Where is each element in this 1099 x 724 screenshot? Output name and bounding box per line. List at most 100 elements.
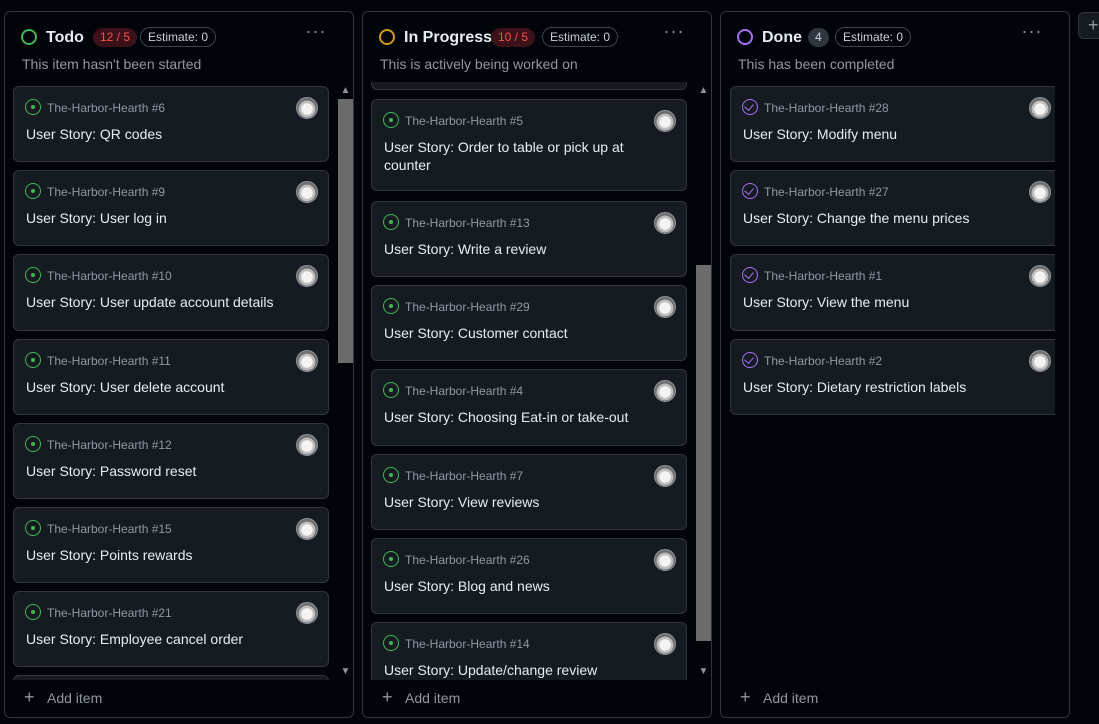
- card-repo[interactable]: The-Harbor-Hearth #11: [47, 354, 171, 368]
- card[interactable]: The-Harbor-Hearth #4 User Story: Choosin…: [371, 369, 687, 446]
- avatar[interactable]: [1029, 97, 1051, 119]
- card-title[interactable]: User Story: Blog and news: [384, 577, 634, 595]
- card[interactable]: The-Harbor-Hearth #11 User Story: User d…: [13, 339, 329, 415]
- avatar[interactable]: [654, 549, 676, 571]
- issue-opened-icon: [383, 467, 399, 483]
- card[interactable]: The-Harbor-Hearth #26 User Story: Blog a…: [371, 538, 687, 614]
- card-repo[interactable]: The-Harbor-Hearth #12: [47, 438, 172, 452]
- card-repo[interactable]: The-Harbor-Hearth #2: [764, 354, 882, 368]
- avatar[interactable]: [296, 265, 318, 287]
- avatar[interactable]: [654, 633, 676, 655]
- avatar[interactable]: [1029, 350, 1051, 372]
- card[interactable]: The-Harbor-Hearth #14 User Story: Update…: [371, 622, 687, 680]
- card-title[interactable]: User Story: User log in: [26, 209, 276, 227]
- card-repo[interactable]: The-Harbor-Hearth #21: [47, 606, 172, 620]
- card-title[interactable]: User Story: Dietary restriction labels: [743, 378, 993, 396]
- avatar[interactable]: [654, 212, 676, 234]
- more-options-icon[interactable]: ···: [305, 22, 327, 44]
- card[interactable]: The-Harbor-Hearth #13 User Story: Write …: [371, 201, 687, 277]
- avatar[interactable]: [654, 380, 676, 402]
- column-todo: Todo 12 / 5 Estimate: 0 ··· This item ha…: [4, 11, 354, 718]
- card[interactable]: The-Harbor-Hearth #29 User Story: Custom…: [371, 285, 687, 361]
- card[interactable]: The-Harbor-Hearth #9 User Story: User lo…: [13, 170, 329, 246]
- scroll-down-icon[interactable]: ▼: [695, 663, 711, 680]
- card[interactable]: The-Harbor-Hearth #1 User Story: View th…: [730, 254, 1055, 331]
- scrollbar[interactable]: ▲ ▼: [695, 82, 711, 680]
- card-title[interactable]: User Story: View the menu: [743, 293, 993, 311]
- card-repo[interactable]: The-Harbor-Hearth #9: [47, 185, 165, 199]
- avatar[interactable]: [654, 465, 676, 487]
- scrollbar-thumb[interactable]: [338, 99, 353, 363]
- card[interactable]: [371, 82, 687, 90]
- avatar[interactable]: [296, 434, 318, 456]
- card-repo[interactable]: The-Harbor-Hearth #4: [405, 384, 523, 398]
- card-title[interactable]: User Story: Password reset: [26, 462, 276, 480]
- avatar[interactable]: [654, 296, 676, 318]
- column-title: Todo: [46, 29, 84, 46]
- card-title[interactable]: User Story: User update account details: [26, 293, 276, 311]
- avatar[interactable]: [296, 518, 318, 540]
- status-circle-icon: [737, 29, 753, 45]
- add-item-button[interactable]: + Add item: [721, 679, 1069, 717]
- card[interactable]: The-Harbor-Hearth #12 User Story: Passwo…: [13, 423, 329, 499]
- card-title[interactable]: User Story: QR codes: [26, 125, 276, 143]
- avatar[interactable]: [296, 602, 318, 624]
- avatar[interactable]: [1029, 181, 1051, 203]
- avatar[interactable]: [296, 181, 318, 203]
- avatar[interactable]: [296, 350, 318, 372]
- card-title[interactable]: User Story: Customer contact: [384, 324, 634, 342]
- card[interactable]: The-Harbor-Hearth #28 User Story: Modify…: [730, 86, 1055, 162]
- item-count-badge: 4: [808, 28, 829, 47]
- card-repo[interactable]: The-Harbor-Hearth #14: [405, 637, 530, 651]
- card[interactable]: The-Harbor-Hearth #15 User Story: Points…: [13, 507, 329, 583]
- add-item-label: Add item: [47, 690, 103, 706]
- avatar[interactable]: [1029, 265, 1051, 287]
- card[interactable]: The-Harbor-Hearth #5 User Story: Order t…: [371, 99, 687, 191]
- card[interactable]: The-Harbor-Hearth #7 User Story: View re…: [371, 454, 687, 530]
- card-repo[interactable]: The-Harbor-Hearth #5: [405, 114, 523, 128]
- card[interactable]: The-Harbor-Hearth #10 User Story: User u…: [13, 254, 329, 331]
- add-item-button[interactable]: + Add item: [363, 679, 711, 717]
- add-column-button[interactable]: +: [1078, 12, 1099, 39]
- issue-closed-icon: [742, 352, 758, 368]
- card-title[interactable]: User Story: Choosing Eat-in or take-out: [384, 408, 634, 426]
- card-repo[interactable]: The-Harbor-Hearth #27: [764, 185, 889, 199]
- card-title[interactable]: User Story: View reviews: [384, 493, 634, 511]
- avatar[interactable]: [296, 97, 318, 119]
- card-title[interactable]: User Story: User delete account: [26, 378, 276, 396]
- card[interactable]: The-Harbor-Hearth #2 User Story: Dietary…: [730, 339, 1055, 415]
- card-title[interactable]: User Story: Update/change review: [384, 661, 634, 679]
- scroll-down-icon[interactable]: ▼: [337, 663, 353, 680]
- plus-icon: +: [24, 687, 35, 707]
- card-title[interactable]: User Story: Modify menu: [743, 125, 993, 143]
- card-repo[interactable]: The-Harbor-Hearth #29: [405, 300, 530, 314]
- card-repo[interactable]: The-Harbor-Hearth #6: [47, 101, 165, 115]
- more-options-icon[interactable]: ···: [1021, 22, 1043, 44]
- card[interactable]: The-Harbor-Hearth #21 User Story: Employ…: [13, 591, 329, 667]
- card-repo[interactable]: The-Harbor-Hearth #10: [47, 269, 172, 283]
- card-repo[interactable]: The-Harbor-Hearth #7: [405, 469, 523, 483]
- scroll-up-icon[interactable]: ▲: [337, 82, 353, 99]
- scrollbar-thumb[interactable]: [696, 265, 711, 641]
- scrollbar[interactable]: ▲ ▼: [337, 82, 353, 680]
- card-title[interactable]: User Story: Employee cancel order: [26, 630, 276, 648]
- card-title[interactable]: User Story: Points rewards: [26, 546, 276, 564]
- scroll-up-icon[interactable]: ▲: [695, 82, 711, 99]
- plus-icon: +: [382, 687, 393, 707]
- card-title[interactable]: User Story: Order to table or pick up at…: [384, 138, 634, 174]
- card[interactable]: The-Harbor-Hearth #27 User Story: Change…: [730, 170, 1055, 246]
- card-title[interactable]: User Story: Write a review: [384, 240, 634, 258]
- card[interactable]: The-Harbor-Hearth #6 User Story: QR code…: [13, 86, 329, 162]
- issue-opened-icon: [383, 635, 399, 651]
- avatar[interactable]: [654, 110, 676, 132]
- column-description: This is actively being worked on: [380, 56, 578, 72]
- card-list: The-Harbor-Hearth #5 User Story: Order t…: [371, 82, 697, 680]
- more-options-icon[interactable]: ···: [663, 22, 685, 44]
- card-repo[interactable]: The-Harbor-Hearth #1: [764, 269, 882, 283]
- card-repo[interactable]: The-Harbor-Hearth #28: [764, 101, 889, 115]
- card-title[interactable]: User Story: Change the menu prices: [743, 209, 993, 227]
- card-repo[interactable]: The-Harbor-Hearth #15: [47, 522, 172, 536]
- add-item-button[interactable]: + Add item: [5, 679, 353, 717]
- card-repo[interactable]: The-Harbor-Hearth #26: [405, 553, 530, 567]
- card-repo[interactable]: The-Harbor-Hearth #13: [405, 216, 530, 230]
